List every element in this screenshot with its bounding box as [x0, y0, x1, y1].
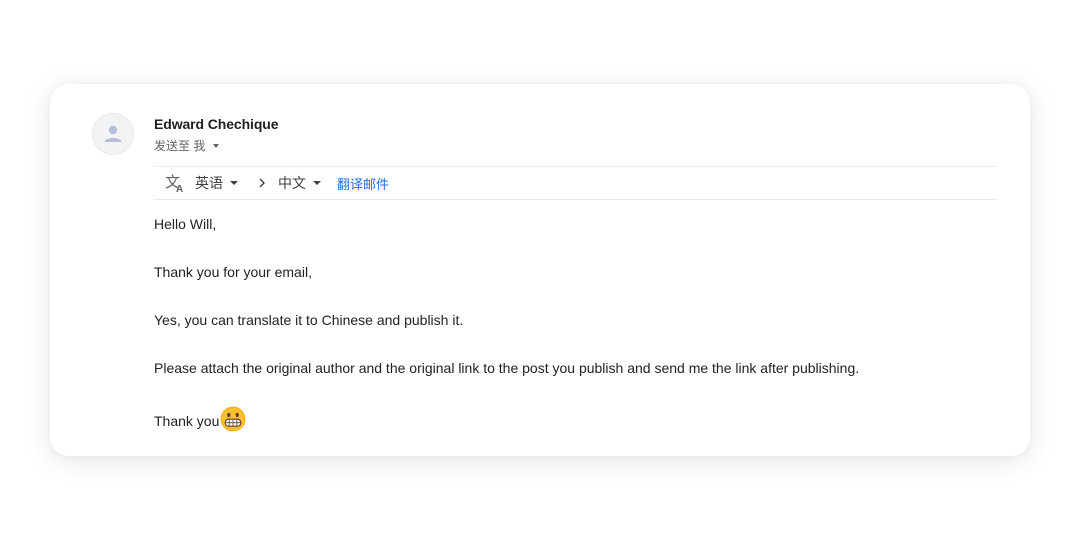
email-body: Hello Will, Thank you for your email, Ye… — [154, 214, 859, 454]
chevron-right-icon — [258, 177, 266, 189]
recipient-details-toggle[interactable]: 发送至 我 — [154, 137, 220, 154]
svg-text:A: A — [176, 184, 183, 193]
caret-down-icon — [213, 143, 220, 148]
email-card: Edward Chechique 发送至 我 文 A 英语 中文 翻译邮件 He… — [50, 84, 1030, 456]
body-line-greeting: Hello Will, — [154, 216, 217, 232]
caret-down-icon — [313, 181, 321, 185]
caret-down-icon — [230, 181, 238, 185]
translate-icon: 文 A — [165, 173, 187, 193]
source-language-dropdown[interactable]: 英语 — [195, 173, 238, 193]
grinning-face-emoji — [220, 406, 246, 437]
target-language-label: 中文 — [278, 175, 306, 191]
translate-message-link[interactable]: 翻译邮件 — [337, 174, 389, 193]
person-icon — [104, 125, 122, 142]
body-line-request: Please attach the original author and th… — [154, 360, 860, 376]
body-line-permission: Yes, you can translate it to Chinese and… — [154, 312, 464, 328]
signoff-text: Thank you — [154, 413, 220, 429]
body-line-thanks-email: Thank you for your email, — [154, 264, 312, 280]
body-line-signoff: Thank you — [154, 406, 859, 454]
recipient-line: 发送至 我 — [154, 139, 206, 153]
avatar[interactable] — [92, 113, 134, 155]
translate-bar: 文 A 英语 中文 翻译邮件 — [154, 166, 997, 200]
target-language-dropdown[interactable]: 中文 — [278, 173, 321, 193]
source-language-label: 英语 — [195, 175, 223, 191]
sender-name: Edward Chechique — [154, 116, 279, 132]
